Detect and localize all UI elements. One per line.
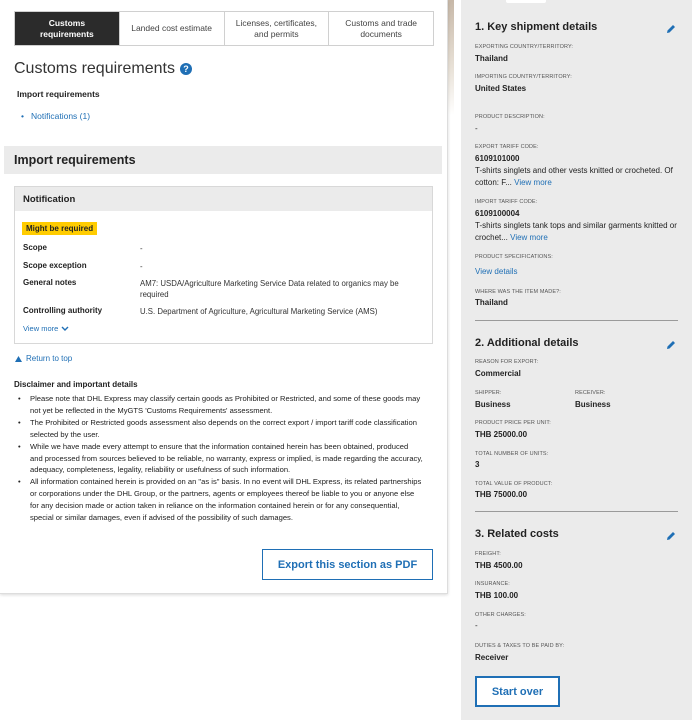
product-description-label: PRODUCT DESCRIPTION:: [475, 114, 545, 120]
other-charges-value: -: [475, 621, 478, 630]
duties-value: Receiver: [475, 653, 509, 662]
item-made-label: WHERE WAS THE ITEM MADE?:: [475, 289, 561, 295]
view-more-label: View more: [23, 324, 59, 333]
import-tariff-code: 6109100004: [475, 209, 520, 218]
disclaimer-item: All information contained herein is prov…: [18, 476, 423, 524]
item-made-value: Thailand: [475, 298, 508, 307]
freight-value: THB 4500.00: [475, 561, 523, 570]
question-circle-icon[interactable]: ?: [179, 63, 192, 75]
reason-value: Commercial: [475, 369, 521, 378]
scope-exception-label: Scope exception: [23, 261, 87, 270]
product-description-value: -: [475, 124, 478, 133]
shipper-value: Business: [475, 400, 511, 409]
total-value: THB 75000.00: [475, 490, 528, 499]
import-tariff-desc-text: T-shirts singlets tank tops and similar …: [475, 221, 677, 242]
disclaimer-item: The Prohibited or Restricted goods asses…: [18, 417, 423, 441]
total-value-label: TOTAL VALUE OF PRODUCT:: [475, 481, 553, 487]
notification-heading: Notification: [15, 187, 432, 211]
pencil-icon[interactable]: [666, 340, 676, 350]
import-tariff-label: IMPORT TARIFF CODE:: [475, 199, 538, 205]
general-notes-value: AM7: USDA/Agriculture Marketing Service …: [140, 279, 399, 299]
related-costs-title: 3. Related costs: [475, 528, 559, 540]
page-title-text: Customs requirements: [14, 60, 175, 77]
disclaimer-item: Please note that DHL Express may classif…: [18, 393, 423, 417]
export-tariff-desc-text: T-shirts singlets and other vests knitte…: [475, 166, 673, 187]
shipper-label: SHIPPER:: [475, 390, 502, 396]
receiver-value: Business: [575, 400, 611, 409]
units-value: 3: [475, 460, 480, 469]
product-specifications-label: PRODUCT SPECIFICATIONS:: [475, 254, 553, 260]
controlling-authority-value: U.S. Department of Agriculture, Agricult…: [140, 307, 378, 316]
status-badge: Might be required: [22, 222, 98, 235]
tab-landed-cost-estimate[interactable]: Landed cost estimate: [120, 12, 225, 45]
tab-customs-trade-documents[interactable]: Customs and trade documents: [329, 12, 433, 45]
price-label: PRODUCT PRICE PER UNIT:: [475, 420, 551, 426]
notification-card: Notification Might be required Scope - S…: [14, 186, 433, 344]
import-view-more-link[interactable]: View more: [510, 233, 548, 242]
tab-customs-requirements[interactable]: Customs requirements: [15, 12, 120, 45]
exporting-value: Thailand: [475, 54, 508, 63]
insurance-value: THB 100.00: [475, 591, 519, 600]
section-title: Import requirements: [4, 146, 442, 174]
notifications-link[interactable]: Notifications (1): [21, 111, 90, 121]
exporting-label: EXPORTING COUNTRY/TERRITORY:: [475, 44, 574, 50]
view-more-link[interactable]: View more: [23, 324, 69, 333]
insurance-label: INSURANCE:: [475, 581, 510, 587]
price-value: THB 25000.00: [475, 430, 528, 439]
export-view-more-link[interactable]: View more: [514, 178, 552, 187]
scope-label: Scope: [23, 243, 48, 252]
view-details-link[interactable]: View details: [475, 266, 680, 278]
receiver-label: RECEIVER:: [575, 390, 606, 396]
controlling-authority-label: Controlling authority: [23, 306, 103, 315]
disclaimer-title: Disclaimer and important details: [14, 380, 138, 389]
tab-licenses-certificates-permits[interactable]: Licenses, certificates, and permits: [225, 12, 330, 45]
other-charges-label: OTHER CHARGES:: [475, 612, 526, 618]
export-tariff-code: 6109101000: [475, 154, 520, 163]
sidebar-top-fragment: [506, 0, 546, 3]
page-title: Customs requirements ?: [14, 60, 192, 78]
tab-bar: Customs requirements Landed cost estimat…: [14, 11, 434, 46]
duties-label: DUTIES & TAXES TO BE PAID BY:: [475, 643, 565, 649]
importing-label: IMPORTING COUNTRY/TERRITORY:: [475, 74, 572, 80]
import-tariff-description: T-shirts singlets tank tops and similar …: [475, 220, 680, 244]
section-divider: [475, 320, 678, 321]
section-divider: [475, 511, 678, 512]
freight-label: FREIGHT:: [475, 551, 501, 557]
units-label: TOTAL NUMBER OF UNITS:: [475, 451, 549, 457]
triangle-up-icon: [15, 355, 22, 362]
export-tariff-description: T-shirts singlets and other vests knitte…: [475, 165, 680, 189]
return-to-top-label: Return to top: [26, 354, 73, 363]
general-notes-label: General notes: [23, 278, 77, 287]
export-pdf-button[interactable]: Export this section as PDF: [262, 549, 433, 580]
additional-details-title: 2. Additional details: [475, 337, 579, 349]
main-content-panel: Customs requirements Landed cost estimat…: [0, 0, 448, 594]
disclaimer-item: While we have made every attempt to ensu…: [18, 441, 423, 477]
pencil-icon[interactable]: [666, 531, 676, 541]
chevron-down-icon: [61, 326, 69, 331]
import-requirements-subheading: Import requirements: [17, 89, 100, 99]
return-to-top-link[interactable]: Return to top: [15, 354, 72, 363]
importing-value: United States: [475, 84, 527, 93]
start-over-button[interactable]: Start over: [475, 676, 560, 707]
summary-sidebar: 1. Key shipment details EXPORTING COUNTR…: [461, 0, 692, 720]
reason-label: REASON FOR EXPORT:: [475, 359, 539, 365]
scope-exception-value: -: [140, 262, 143, 271]
scope-value: -: [140, 244, 143, 253]
disclaimer-list: Please note that DHL Express may classif…: [18, 393, 423, 524]
export-tariff-label: EXPORT TARIFF CODE:: [475, 144, 539, 150]
key-shipment-details-title: 1. Key shipment details: [475, 21, 598, 33]
pencil-icon[interactable]: [666, 24, 676, 34]
